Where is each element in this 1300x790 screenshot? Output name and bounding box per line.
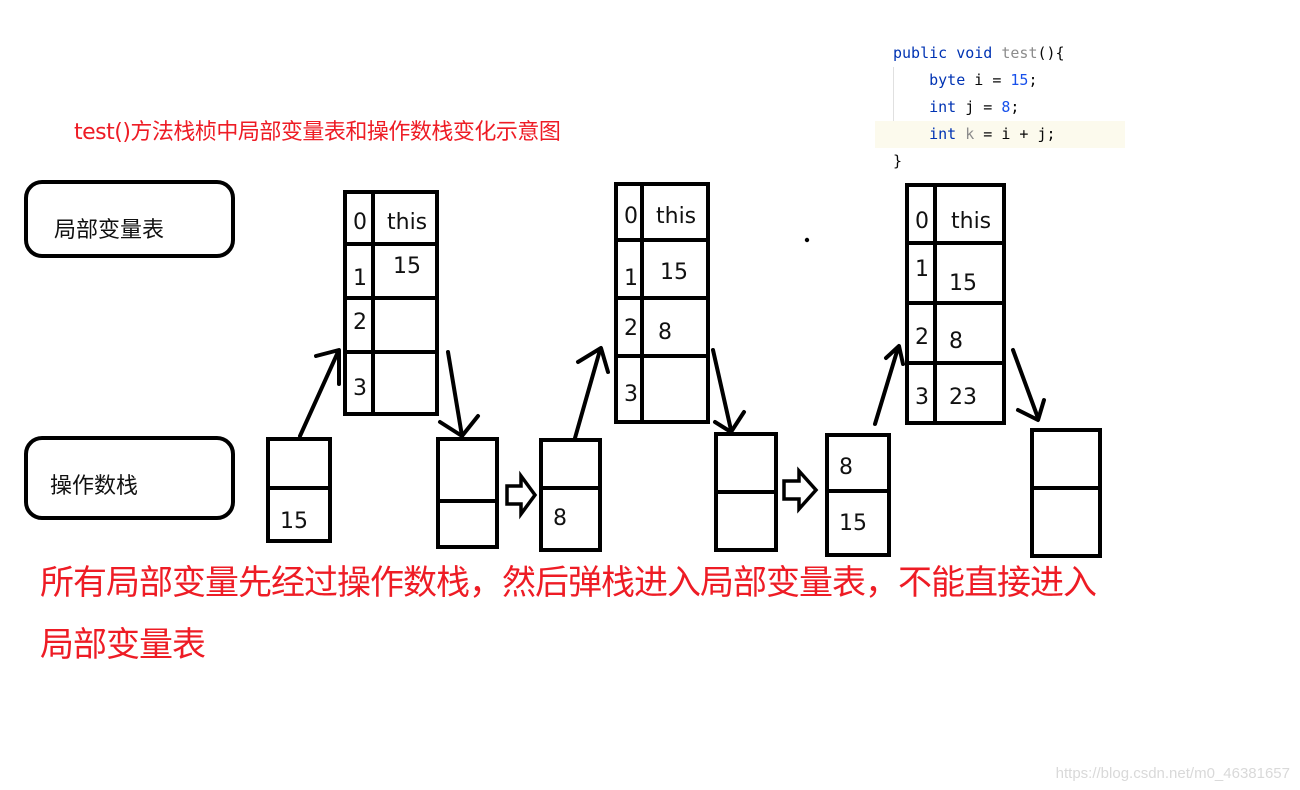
arrow-pop-1 (438, 350, 480, 438)
stray-dot (804, 237, 810, 243)
arrow-push-3 (873, 344, 905, 426)
watermark: https://blog.csdn.net/m0_46381657 (1055, 765, 1290, 782)
transition-arrow-2 (782, 466, 819, 514)
arrow-pop-3 (1011, 348, 1046, 422)
transition-arrow-1 (505, 470, 538, 520)
note-line-2: 局部变量表 (40, 625, 206, 665)
arrow-push-1 (298, 348, 341, 438)
arrows-layer (298, 237, 1046, 520)
note-line-1: 所有局部变量先经过操作数栈，然后弹栈进入局部变量表，不能直接进入 (40, 563, 1097, 603)
arrow-pop-2 (711, 348, 746, 434)
arrow-push-2 (573, 346, 610, 440)
